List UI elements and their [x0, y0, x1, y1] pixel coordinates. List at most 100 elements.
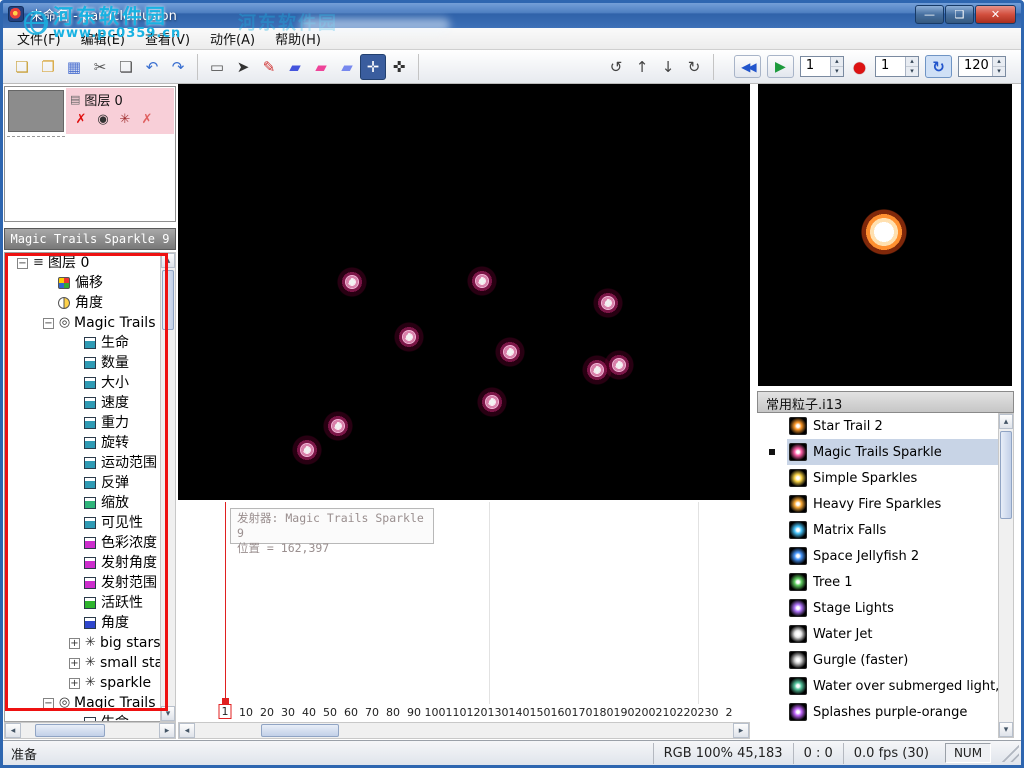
library-item[interactable]: Stage Lights [757, 595, 998, 621]
library-item[interactable]: Magic Trails Sparkle [757, 439, 998, 465]
ruler-label[interactable]: 220 [677, 706, 698, 719]
emitter-panel-title[interactable]: Magic Trails Sparkle 9 [4, 228, 176, 250]
tree-item[interactable]: 角度 [5, 293, 175, 313]
tree-item[interactable]: 缩放 [5, 493, 175, 513]
move-tool[interactable]: ✛ [360, 54, 386, 80]
resize-grip[interactable] [997, 744, 1019, 762]
ruler-label[interactable]: 190 [614, 706, 635, 719]
rotate-left-button[interactable]: ↺ [603, 54, 629, 80]
spin-down-button[interactable]: ▾ [993, 67, 1005, 76]
ruler-label[interactable]: 50 [323, 706, 337, 719]
new-scene-button[interactable]: ❏ [9, 54, 35, 80]
ruler-label[interactable]: 80 [386, 706, 400, 719]
emitter-layer-pink-tool[interactable]: ▰ [308, 54, 334, 80]
ruler-label[interactable]: 90 [407, 706, 421, 719]
redo-button[interactable]: ↷ [165, 54, 191, 80]
library-item[interactable]: Water over submerged light, c [757, 673, 998, 699]
ruler-label[interactable]: 30 [281, 706, 295, 719]
move-up-button[interactable]: ↑ [629, 54, 655, 80]
timeline-horizontal-scrollbar[interactable]: ◂ ▸ [178, 722, 750, 739]
expand-icon[interactable]: + [69, 638, 80, 649]
layer-thumbnail[interactable] [8, 90, 64, 132]
move-down-button[interactable]: ↓ [655, 54, 681, 80]
playhead-line[interactable] [225, 502, 226, 706]
ruler-label[interactable]: 60 [344, 706, 358, 719]
ruler-label[interactable]: 10 [239, 706, 253, 719]
tree-item[interactable]: 旋转 [5, 433, 175, 453]
scroll-thumb[interactable] [35, 724, 105, 737]
loop-toggle-button[interactable]: ↻ [925, 55, 952, 78]
stage-canvas[interactable] [178, 84, 750, 500]
ruler-label[interactable]: 160 [551, 706, 572, 719]
current-frame-marker[interactable]: 1 [219, 704, 232, 719]
scroll-up-arrow[interactable]: ▴ [999, 414, 1013, 429]
spin-up-button[interactable]: ▴ [993, 57, 1005, 67]
collapse-icon[interactable]: − [17, 258, 28, 269]
menu-edit[interactable]: 编辑(E) [71, 27, 135, 50]
tree-item[interactable]: 发射范围 [5, 573, 175, 593]
emitter-add-tool[interactable]: ▰ [334, 54, 360, 80]
tree-item[interactable]: −◎Magic Trails Sp [5, 693, 175, 713]
ruler-label[interactable]: 70 [365, 706, 379, 719]
rotate-right-button[interactable]: ↻ [681, 54, 707, 80]
tree-item[interactable]: 活跃性 [5, 593, 175, 613]
tree-item[interactable]: 生命 [5, 713, 175, 722]
cut-button[interactable]: ✂ [87, 54, 113, 80]
ruler-label[interactable]: 110 [446, 706, 467, 719]
collapse-icon[interactable]: − [43, 318, 54, 329]
emitter-layer-tool[interactable]: ▰ [282, 54, 308, 80]
tree-item[interactable]: 角度 [5, 613, 175, 633]
expand-icon[interactable]: + [69, 678, 80, 689]
timeline-ruler[interactable]: 1102030405060708090100110120130140150160… [178, 702, 750, 720]
ruler-label[interactable]: 130 [488, 706, 509, 719]
spin-up-button[interactable]: ▴ [831, 57, 843, 67]
layer-star-icon[interactable]: ✳ [114, 112, 136, 127]
undo-button[interactable]: ↶ [139, 54, 165, 80]
library-item[interactable]: Space Jellyfish 2 [757, 543, 998, 569]
tree-horizontal-scrollbar[interactable]: ◂ ▸ [4, 722, 176, 739]
copy-button[interactable]: ❏ [113, 54, 139, 80]
library-item[interactable]: Splashes purple-orange [757, 699, 998, 725]
tree-item[interactable]: +✳sparkle [5, 673, 175, 693]
open-button[interactable]: ❐ [35, 54, 61, 80]
timeline-panel[interactable]: 发射器: Magic Trails Sparkle 9 位置 = 162,397… [178, 502, 750, 722]
layer-x-icon[interactable]: ✗ [70, 112, 92, 127]
tree-item[interactable]: 可见性 [5, 513, 175, 533]
first-frame-button[interactable]: ◀◀ [734, 55, 761, 78]
ruler-label[interactable]: 140 [509, 706, 530, 719]
scroll-left-arrow[interactable]: ◂ [5, 723, 21, 738]
tree-item[interactable]: 大小 [5, 373, 175, 393]
tree-item[interactable]: 发射角度 [5, 553, 175, 573]
ruler-label[interactable]: 210 [656, 706, 677, 719]
maximize-button[interactable]: ❑ [945, 5, 974, 24]
scroll-thumb[interactable] [1000, 431, 1012, 519]
layer-x2-icon[interactable]: ✗ [136, 112, 158, 127]
pencil-tool[interactable]: ✎ [256, 54, 282, 80]
ruler-label[interactable]: 150 [530, 706, 551, 719]
menu-file[interactable]: 文件(F) [7, 27, 71, 50]
library-header[interactable]: 常用粒子.i13 [757, 391, 1014, 413]
loop-count-input[interactable]: 1 ▴ ▾ [875, 56, 919, 77]
spin-down-button[interactable]: ▾ [831, 67, 843, 76]
tree-item[interactable]: 色彩浓度 [5, 533, 175, 553]
tree-item[interactable]: 数量 [5, 353, 175, 373]
ruler-label[interactable]: 2 [726, 706, 733, 719]
title-bar[interactable]: 未命名 - particleIllusion —❑✕ [0, 0, 1024, 28]
tree-item[interactable]: −◎Magic Trails Sp [5, 313, 175, 333]
crosshair-tool[interactable]: ✜ [386, 54, 412, 80]
tree-item[interactable]: +✳small stars [5, 653, 175, 673]
close-button[interactable]: ✕ [975, 5, 1016, 24]
record-indicator[interactable]: ● [853, 58, 866, 76]
library-item[interactable]: Star Trail 2 [757, 413, 998, 439]
scroll-left-arrow[interactable]: ◂ [179, 723, 195, 738]
library-scrollbar[interactable]: ▴ ▾ [998, 413, 1014, 738]
tree-item[interactable]: 反弹 [5, 473, 175, 493]
tree-item[interactable]: 运动范围 [5, 453, 175, 473]
library-item[interactable]: Gurgle (faster) [757, 647, 998, 673]
library-item[interactable]: Tree 1 [757, 569, 998, 595]
ruler-label[interactable]: 100 [425, 706, 446, 719]
expand-icon[interactable]: + [69, 658, 80, 669]
collapse-icon[interactable]: − [43, 698, 54, 709]
library-item[interactable]: Simple Sparkles [757, 465, 998, 491]
library-item[interactable]: Water Jet [757, 621, 998, 647]
